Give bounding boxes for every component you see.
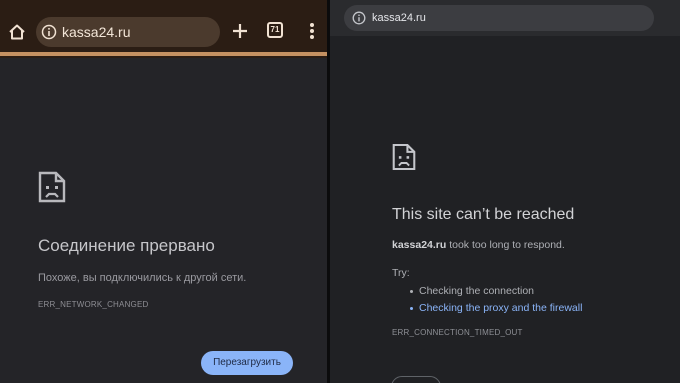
sad-page-icon	[392, 143, 416, 171]
address-bar[interactable]: kassa24.ru	[36, 17, 220, 47]
menu-icon[interactable]	[309, 21, 315, 43]
reload-button[interactable]: Перезагрузить	[201, 351, 293, 375]
try-label: Try:	[392, 267, 410, 279]
address-url: kassa24.ru	[372, 12, 426, 24]
error-message-text: took too long to respond.	[446, 239, 565, 251]
suggestion-list: Checking the connection Checking the pro…	[410, 283, 582, 317]
error-code: ERR_NETWORK_CHANGED	[38, 300, 149, 309]
mobile-browser-pane: kassa24.ru 71 Соединение прервано Похоже…	[0, 0, 327, 383]
mobile-toolbar: kassa24.ru 71	[0, 0, 327, 58]
error-code: ERR_CONNECTION_TIMED_OUT	[392, 328, 523, 337]
reload-button-partial[interactable]	[391, 376, 441, 383]
error-description: Похоже, вы подключились к другой сети.	[38, 272, 247, 284]
info-icon[interactable]	[41, 24, 57, 40]
home-icon[interactable]	[8, 23, 26, 41]
plus-icon[interactable]	[230, 21, 250, 41]
sad-page-icon	[38, 171, 66, 203]
desktop-toolbar: kassa24.ru	[330, 0, 680, 36]
desktop-browser-pane: kassa24.ru This site can’t be reached ka…	[330, 0, 680, 383]
error-title: This site can’t be reached	[392, 206, 575, 223]
info-icon[interactable]	[352, 11, 366, 25]
address-url: kassa24.ru	[62, 24, 131, 40]
tab-count: 71	[270, 25, 280, 34]
tabs-icon[interactable]: 71	[267, 22, 283, 38]
error-message: kassa24.ru took too long to respond.	[392, 239, 565, 251]
error-host: kassa24.ru	[392, 239, 447, 251]
suggestion-check-connection: Checking the connection	[410, 283, 582, 300]
address-bar[interactable]: kassa24.ru	[344, 5, 654, 31]
load-progress-bar	[0, 52, 327, 56]
error-title: Соединение прервано	[38, 236, 215, 255]
suggestion-check-proxy-firewall-link[interactable]: Checking the proxy and the firewall	[410, 300, 582, 317]
